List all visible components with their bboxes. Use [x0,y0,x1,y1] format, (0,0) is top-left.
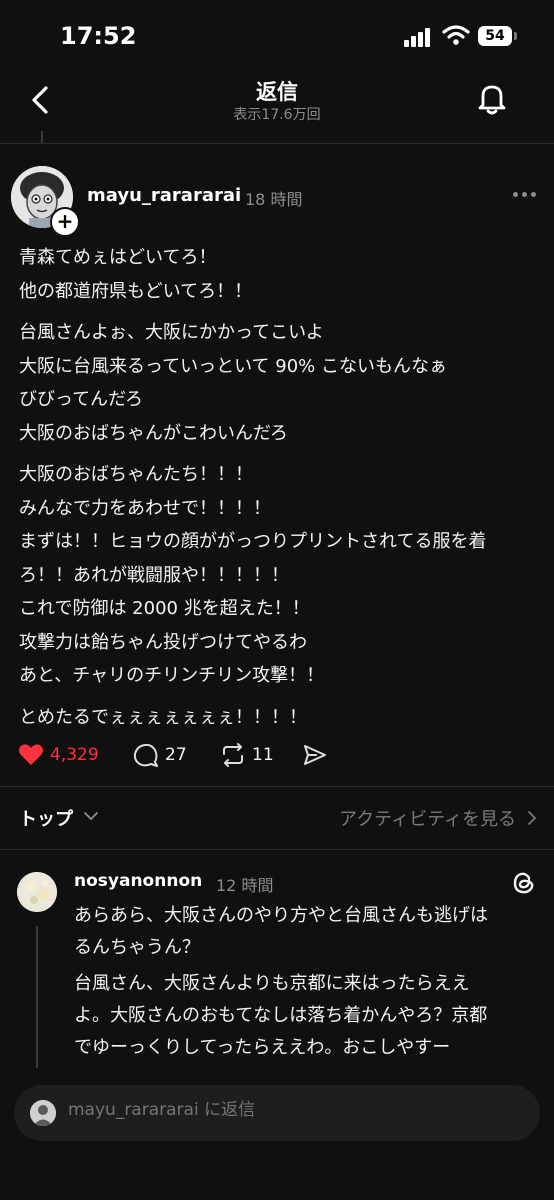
reply-author[interactable]: nosyanonnon [74,871,202,891]
reply-line: でゆーっくりしてったらええわ。おこしやすー [74,1037,451,1058]
reply-line: あらあら、大阪さんのやり方やと台風さんも逃げは [74,905,488,926]
page-title: 返信 [256,80,298,104]
status-bar: 17:52 54 [0,0,554,70]
post-actions: 4,329 27 11 [18,738,538,772]
view-activity-link[interactable]: アクティビティを見る [339,805,516,831]
like-button[interactable]: 4,329 [18,738,99,772]
reply-line: 台風さん、大阪さんよりも京都に来はったらええ [74,973,470,994]
reply-input[interactable] [68,1100,508,1120]
post-line: 台風さんよぉ、大阪にかかってこいよ [19,322,324,343]
user-icon [30,1100,56,1126]
bell-icon[interactable] [472,78,512,118]
comment-count: 27 [165,745,187,765]
share-icon [304,745,326,765]
post-line: これで防御は 2000 兆を超えた！！ [19,598,310,619]
thread-connector [41,131,43,143]
reply-body: あらあら、大阪さんのやり方やと台風さんも逃げは るんちゃうん？ 台風さん、大阪さ… [74,900,544,1068]
post-line: びびってんだろ [19,389,144,410]
battery-level: 54 [478,26,512,46]
reply-line: よ。大阪さんのおもてなしは落ち着かんやろ？京都 [74,1005,488,1026]
share-button[interactable] [302,738,328,772]
post-line: 大阪のおばちゃんたち！！！ [19,464,253,485]
header-divider [0,143,554,144]
view-count: 表示17.6万回 [233,107,321,123]
repost-button[interactable]: 11 [220,738,274,772]
chevron-right-icon[interactable] [526,810,538,826]
wifi-icon [442,25,470,45]
actions-divider [0,786,554,787]
chevron-down-icon[interactable] [83,810,99,822]
status-time: 17:52 [60,22,137,50]
post-body: 青森てめぇはどいてろ！ 他の都道府県もどいてろ！！ 台風さんよぉ、大阪にかかって… [19,241,539,742]
heart-icon [19,744,43,765]
reply-paragraph: あらあら、大阪さんのやり方やと台風さんも逃げは るんちゃうん？ [74,900,544,964]
like-count: 4,329 [50,745,99,765]
post-line: 青森てめぇはどいてろ！ [19,247,217,268]
reply-sort-row: トップ アクティビティを見る [0,800,554,836]
post-line: あと、チャリのチリンチリン攻撃！！ [19,665,325,686]
post-line: 攻撃力は飴ちゃん投げつけてやるわ [19,631,307,653]
cellular-signal-icon [404,27,434,47]
post-paragraph: 大阪のおばちゃんたち！！！ みんなで力をあわせで！！！！ まずは！！ヒョウの顔が… [19,458,539,693]
nav-header: 返信 表示17.6万回 [0,70,554,142]
reply-paragraph: 台風さん、大阪さんよりも京都に来はったらええ よ。大阪さんのおもてなしは落ち着か… [74,968,544,1064]
post-line: 他の都道府県もどいてろ！！ [19,280,253,302]
post-paragraph: 台風さんよぉ、大阪にかかってこいよ 大阪に台風来るっていっといて 90% こない… [19,316,539,450]
more-options-icon[interactable] [510,190,540,202]
composer-avatar [30,1100,56,1126]
post-line: 大阪のおばちゃんがこわいんだろ [19,422,288,444]
battery-icon [514,32,517,40]
post-paragraph: とめたるでぇぇぇぇぇぇぇ！！！！ [19,701,539,735]
repost-icon [223,743,243,767]
comment-button[interactable]: 27 [133,738,187,772]
repost-count: 11 [252,745,274,765]
post-line: まずは！！ヒョウの顔ががっつりプリントされてる服を着 [19,531,487,552]
comment-icon [133,743,158,767]
sort-divider [0,849,554,850]
post-line: 大阪に台風来るっていっといて 90% こないもんなぁ [19,355,448,377]
post-line: とめたるでぇぇぇぇぇぇぇ！！！！ [19,706,307,728]
post-line: みんなで力をあわせで！！！！ [19,497,271,519]
reply-thread-line [36,926,38,1068]
sort-dropdown[interactable]: トップ [19,805,73,831]
reply-line: るんちゃうん？ [74,937,200,958]
post-paragraph: 青森てめぇはどいてろ！ 他の都道府県もどいてろ！！ [19,241,539,308]
follow-plus-button[interactable]: + [50,207,80,237]
post-line: ろ！！あれが戦闘服や！！！！！ [19,564,289,586]
threads-icon[interactable] [510,869,538,897]
reply-timestamp: 12 時間 [216,876,274,895]
reply-composer[interactable] [14,1085,540,1141]
post-timestamp: 18 時間 [245,190,303,209]
reply-avatar-illustration [17,872,57,912]
post-author[interactable]: mayu_rarararai [87,185,241,206]
reply-avatar[interactable] [17,872,57,912]
